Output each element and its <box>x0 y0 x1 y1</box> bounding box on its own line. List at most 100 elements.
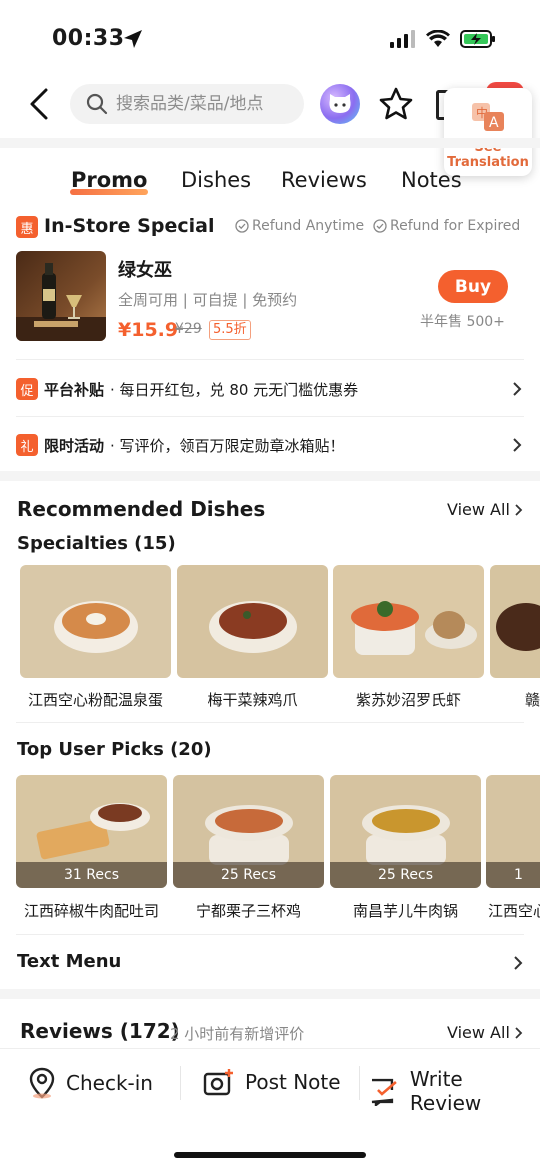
chevron-right-icon <box>513 382 522 396</box>
pick-name: 江西空心 <box>488 902 540 920</box>
promo-row-event[interactable]: 礼 限时活动 · 写评价，领百万限定勋章冰箱贴！ <box>16 434 524 456</box>
search-input[interactable] <box>116 94 296 114</box>
instore-tag: 惠 <box>16 216 38 238</box>
pick-image[interactable]: 25 Recs <box>173 775 324 888</box>
deal-sold: 半年售 500+ <box>420 314 505 330</box>
back-icon[interactable] <box>26 86 54 122</box>
recs-count: 31 Recs <box>16 862 167 888</box>
reviews-title: Reviews (172) <box>20 1019 180 1043</box>
favorite-star-icon[interactable] <box>378 86 414 122</box>
pick-image[interactable]: 31 Recs <box>16 775 167 888</box>
search-bar[interactable] <box>70 84 304 124</box>
edit-review-icon <box>371 1078 397 1106</box>
tab-notes[interactable]: Notes <box>401 168 462 192</box>
buy-button[interactable]: Buy <box>438 270 508 303</box>
status-time: 00:33 <box>52 26 125 51</box>
dish-image[interactable] <box>177 565 328 678</box>
reviews-view-all[interactable]: View All <box>447 1023 523 1042</box>
recommended-view-all[interactable]: View All <box>447 500 523 519</box>
dish-name: 江西空心粉配温泉蛋 <box>27 691 163 709</box>
promo-tag: 礼 <box>16 434 38 456</box>
pick-name: 江西碎椒牛肉配吐司 <box>23 902 159 920</box>
recs-count: 25 Recs <box>173 862 324 888</box>
check-circle-icon <box>373 219 387 233</box>
refund-expired: Refund for Expired <box>373 218 520 234</box>
view-all-label: View All <box>447 1023 510 1042</box>
instore-title: In-Store Special <box>44 215 215 237</box>
pick-name: 宁都栗子三杯鸡 <box>195 902 301 920</box>
tab-dishes[interactable]: Dishes <box>181 168 251 192</box>
dish-photo <box>351 601 477 655</box>
view-all-label: View All <box>447 500 510 519</box>
divider <box>16 934 524 935</box>
pick-name: 南昌芋儿牛肉锅 <box>352 902 458 920</box>
refund-expired-label: Refund for Expired <box>390 218 521 234</box>
promo-bold: 限时活动 <box>44 436 105 455</box>
deal-orig-price: ¥29 <box>175 321 202 337</box>
dish-photo <box>54 601 138 653</box>
location-arrow-icon <box>124 30 142 48</box>
chevron-right-icon <box>514 956 523 970</box>
deal-price: ¥15.9 <box>118 319 179 341</box>
dish-photo <box>496 603 540 651</box>
signal-icon <box>390 30 415 48</box>
dish-name: 赣 <box>525 691 540 709</box>
battery-icon <box>460 30 495 48</box>
post-note-label: Post Note <box>245 1070 341 1094</box>
chevron-right-icon <box>513 438 522 452</box>
cat-face-icon <box>329 94 351 113</box>
wifi-icon <box>426 30 450 47</box>
chevron-right-icon <box>515 503 523 516</box>
divider <box>180 1066 181 1100</box>
location-pin-icon <box>29 1067 55 1099</box>
promo-row-subsidy[interactable]: 促 平台补贴 · 每日开红包，兑 80 元无门槛优惠券 <box>16 378 524 400</box>
divider <box>0 989 540 999</box>
post-note-button[interactable]: Post Note <box>203 1067 341 1097</box>
recs-count: 25 Recs <box>330 862 481 888</box>
search-icon <box>86 93 108 115</box>
deal-name: 绿女巫 <box>118 260 172 281</box>
camera-plus-icon <box>203 1069 233 1096</box>
promo-text: · 每日开红包，兑 80 元无门槛优惠券 <box>110 380 359 399</box>
check-circle-icon <box>235 219 249 233</box>
tab-reviews[interactable]: Reviews <box>281 168 367 192</box>
checkin-button[interactable]: Check-in <box>28 1067 153 1099</box>
divider <box>16 359 524 360</box>
pick-image[interactable]: 25 Recs <box>330 775 481 888</box>
assistant-avatar[interactable] <box>320 84 360 124</box>
dish-name: 梅干菜辣鸡爪 <box>207 691 298 709</box>
dish-image[interactable] <box>20 565 171 678</box>
refund-anytime: Refund Anytime <box>235 218 364 234</box>
dish-photo <box>209 601 297 653</box>
deal-desc: 全周可用 | 可自提 | 免预约 <box>118 291 298 309</box>
dish-name: 紫苏妙沼罗氏虾 <box>355 691 461 709</box>
home-indicator[interactable] <box>174 1152 366 1158</box>
divider <box>0 138 540 148</box>
promo-text: · 写评价，领百万限定勋章冰箱贴！ <box>110 436 345 455</box>
pick-image[interactable]: 1 <box>486 775 540 888</box>
text-menu-label: Text Menu <box>17 951 122 972</box>
drink-image <box>16 263 106 341</box>
write-review-label: Write Review <box>409 1067 482 1115</box>
specialties-title: Specialties (15) <box>17 533 176 554</box>
dish-image[interactable] <box>333 565 484 678</box>
dish-image[interactable] <box>490 565 540 678</box>
refund-anytime-label: Refund Anytime <box>252 218 365 234</box>
checkin-label: Check-in <box>66 1071 153 1095</box>
discount-badge: 5.5折 <box>209 320 251 340</box>
svg-text:A: A <box>489 115 499 131</box>
write-review-button[interactable]: Write Review <box>370 1067 540 1115</box>
see-translation-button[interactable]: 中A See Translation <box>444 88 532 176</box>
tab-promo[interactable]: Promo <box>71 168 147 192</box>
promo-tag: 促 <box>16 378 38 400</box>
divider <box>359 1066 360 1100</box>
deal-image[interactable] <box>16 251 106 341</box>
translate-icon: 中A <box>472 103 504 131</box>
divider <box>0 471 540 481</box>
text-menu-row[interactable]: Text Menu <box>17 951 525 977</box>
recs-count: 1 <box>486 862 540 888</box>
chevron-right-icon <box>515 1026 523 1039</box>
reviews-subtitle: 2 小时前有新增评价 <box>170 1025 305 1043</box>
recommended-title: Recommended Dishes <box>17 497 266 521</box>
divider <box>16 722 524 723</box>
